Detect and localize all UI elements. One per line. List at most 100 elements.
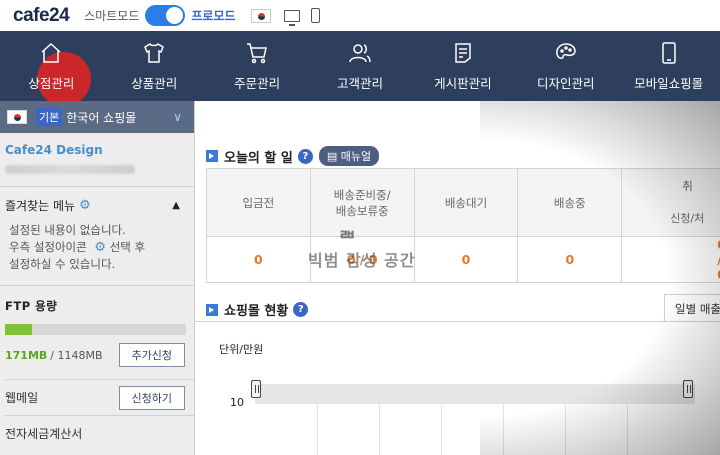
range-slider-left-handle[interactable] xyxy=(251,380,261,398)
blurred-mall-url xyxy=(5,165,135,174)
favorites-header: 즐겨찾는 메뉴 ⚙ ▲ xyxy=(5,197,194,214)
ftp-add-button[interactable]: 추가신청 xyxy=(118,343,185,367)
main-content: 오늘의 할 일 ? ▤ 매뉴얼 입금전 배송준비중/배송보류중 배송대기 배송중… xyxy=(195,101,720,455)
nav-store-management[interactable]: 상점관리 xyxy=(0,31,103,106)
value-cell[interactable]: 0 xyxy=(413,236,519,283)
header-cell: 배송중 xyxy=(517,168,623,237)
chart-gridline xyxy=(627,404,628,455)
help-icon[interactable]: ? xyxy=(297,148,313,164)
toggle-knob xyxy=(166,7,184,24)
today-title: 오늘의 할 일 xyxy=(224,150,293,166)
tax-invoice-row: 전자세금계산서 xyxy=(5,415,194,451)
header-line2: 배송보류중 xyxy=(335,203,389,218)
favorites-note-line2b: 선택 후 xyxy=(109,240,146,254)
pc-icon[interactable] xyxy=(283,9,300,26)
table-header-row: 입금전 배송준비중/배송보류중 배송대기 배송중 취신청/처 xyxy=(206,168,720,237)
header-line2: 신청/처 xyxy=(670,212,705,225)
nav-label: 디자인관리 xyxy=(536,75,595,91)
nav-product-management[interactable]: 상품관리 xyxy=(103,31,206,101)
header-cell: 배송대기 xyxy=(413,168,519,237)
mode-toggle[interactable] xyxy=(145,5,186,26)
default-badge: 기본 xyxy=(36,108,63,126)
tab-divider xyxy=(195,321,720,322)
header-cell: 입금전 xyxy=(206,168,311,237)
divider xyxy=(0,186,194,187)
y-tick-label: 10 xyxy=(230,396,244,409)
nav-order-management[interactable]: 주문관리 xyxy=(206,31,309,101)
cafe24-logo[interactable]: cafe24 xyxy=(13,5,70,27)
nav-label: 주문관리 xyxy=(234,75,281,91)
header-line1: 취 xyxy=(682,179,693,193)
mall-status-header: 쇼핑몰 현황 ? xyxy=(206,300,309,319)
ftp-title: FTP 용량 xyxy=(5,299,58,313)
favorites-note-line3: 설정하실 수 있습니다. xyxy=(9,257,116,271)
range-slider-track[interactable] xyxy=(255,384,695,404)
chart-gridline xyxy=(317,404,318,455)
order-status-table: 입금전 배송준비중/배송보류중 배송대기 배송중 취신청/처 0 0 / 0 0… xyxy=(206,168,720,283)
nav-mobile-mall[interactable]: 모바일쇼핑몰 xyxy=(617,31,720,101)
ftp-usage-bar xyxy=(5,324,186,335)
value-cell[interactable]: 0 xyxy=(517,236,623,283)
today-header: 오늘의 할 일 ? ▤ 매뉴얼 xyxy=(206,146,380,166)
chevron-down-icon[interactable]: ∨ xyxy=(173,110,182,124)
palette-icon xyxy=(555,42,576,59)
section-arrow-icon xyxy=(206,303,218,316)
sidebar: 기본 한국어 쇼핑몰 ∨ Cafe24 Design 즐겨찾는 메뉴 ⚙ ▲ 설… xyxy=(0,101,195,455)
header-line1: 배송대기 xyxy=(444,195,488,210)
header-line1: 배송준비중/ xyxy=(333,187,391,202)
korea-flag-icon xyxy=(7,110,27,124)
ftp-used: 171MB xyxy=(5,348,48,362)
pro-mode-label[interactable]: 프로모드 xyxy=(191,7,235,24)
chart-gridline xyxy=(379,404,380,455)
users-icon xyxy=(349,43,371,62)
divider xyxy=(0,285,194,286)
tax-invoice-label[interactable]: 전자세금계산서 xyxy=(5,425,82,442)
header-cell: 취신청/처 xyxy=(621,168,720,237)
header-line1: 입금전 xyxy=(242,195,275,210)
gear-icon: ⚙ xyxy=(94,240,107,255)
smart-mode-label[interactable]: 스마트모드 xyxy=(84,7,139,24)
nav-label: 고객관리 xyxy=(337,75,384,91)
ftp-usage-row: 171MB / 1148MB 추가신청 xyxy=(5,343,194,367)
favorites-note: 설정된 내용이 없습니다. 우측 설정아이콘 ⚙ 선택 후 설정하실 수 있습니… xyxy=(9,222,194,273)
watermark-text: 빅범 감성 공간 xyxy=(308,251,416,270)
chart-gridline xyxy=(565,404,566,455)
help-icon[interactable]: ? xyxy=(293,302,309,317)
design-name[interactable]: Cafe24 Design xyxy=(5,143,194,157)
gear-icon[interactable]: ⚙ xyxy=(79,198,91,213)
top-bar: cafe24 스마트모드 프로모드 xyxy=(0,0,720,31)
range-slider-right-handle[interactable] xyxy=(683,380,693,398)
nav-label: 게시판관리 xyxy=(434,75,492,91)
nav-label: 상점관리 xyxy=(28,75,75,91)
value-cell[interactable]: 0 xyxy=(206,236,311,283)
manual-label: 매뉴얼 xyxy=(340,150,372,163)
home-icon xyxy=(41,42,61,63)
tab-daily-sales[interactable]: 일별 매출 xyxy=(664,294,720,322)
nav-label: 모바일쇼핑몰 xyxy=(634,75,704,91)
webmail-row: 웹메일 신청하기 xyxy=(5,379,194,415)
chart-gridline xyxy=(441,404,442,455)
webmail-label[interactable]: 웹메일 xyxy=(5,389,38,406)
mall-name: 한국어 쇼핑몰 xyxy=(66,110,137,125)
chart-gridline xyxy=(503,404,504,455)
shirt-icon xyxy=(144,42,165,63)
mall-status-title: 쇼핑몰 현황 xyxy=(224,304,289,319)
manual-button[interactable]: ▤ 매뉴얼 xyxy=(318,146,380,166)
favorites-title: 즐겨찾는 메뉴 xyxy=(5,199,76,213)
ftp-usage-fill xyxy=(5,324,32,335)
sales-chart xyxy=(251,378,695,455)
section-arrow-icon xyxy=(206,150,218,162)
mobile-device-icon[interactable] xyxy=(310,8,320,23)
nav-design-management[interactable]: 디자인관리 xyxy=(514,31,617,101)
main-nav: 상점관리 상품관리 주문관리 고객관리 게시판관리 디자인관리 모바일쇼핑몰 xyxy=(0,31,720,106)
korea-flag-icon[interactable] xyxy=(250,8,271,23)
nav-customer-management[interactable]: 고객관리 xyxy=(309,31,412,101)
favorites-note-line1: 설정된 내용이 없습니다. xyxy=(9,223,126,237)
favorites-note-line2a: 우측 설정아이콘 xyxy=(9,240,87,254)
chevron-up-icon[interactable]: ▲ xyxy=(172,200,180,211)
nav-board-management[interactable]: 게시판관리 xyxy=(411,31,514,101)
value-cell[interactable]: 0 / 0 xyxy=(621,236,720,283)
webmail-apply-button[interactable]: 신청하기 xyxy=(118,385,185,410)
ftp-total: / 1148MB xyxy=(50,348,103,362)
mall-selector[interactable]: 기본 한국어 쇼핑몰 ∨ xyxy=(0,101,194,133)
